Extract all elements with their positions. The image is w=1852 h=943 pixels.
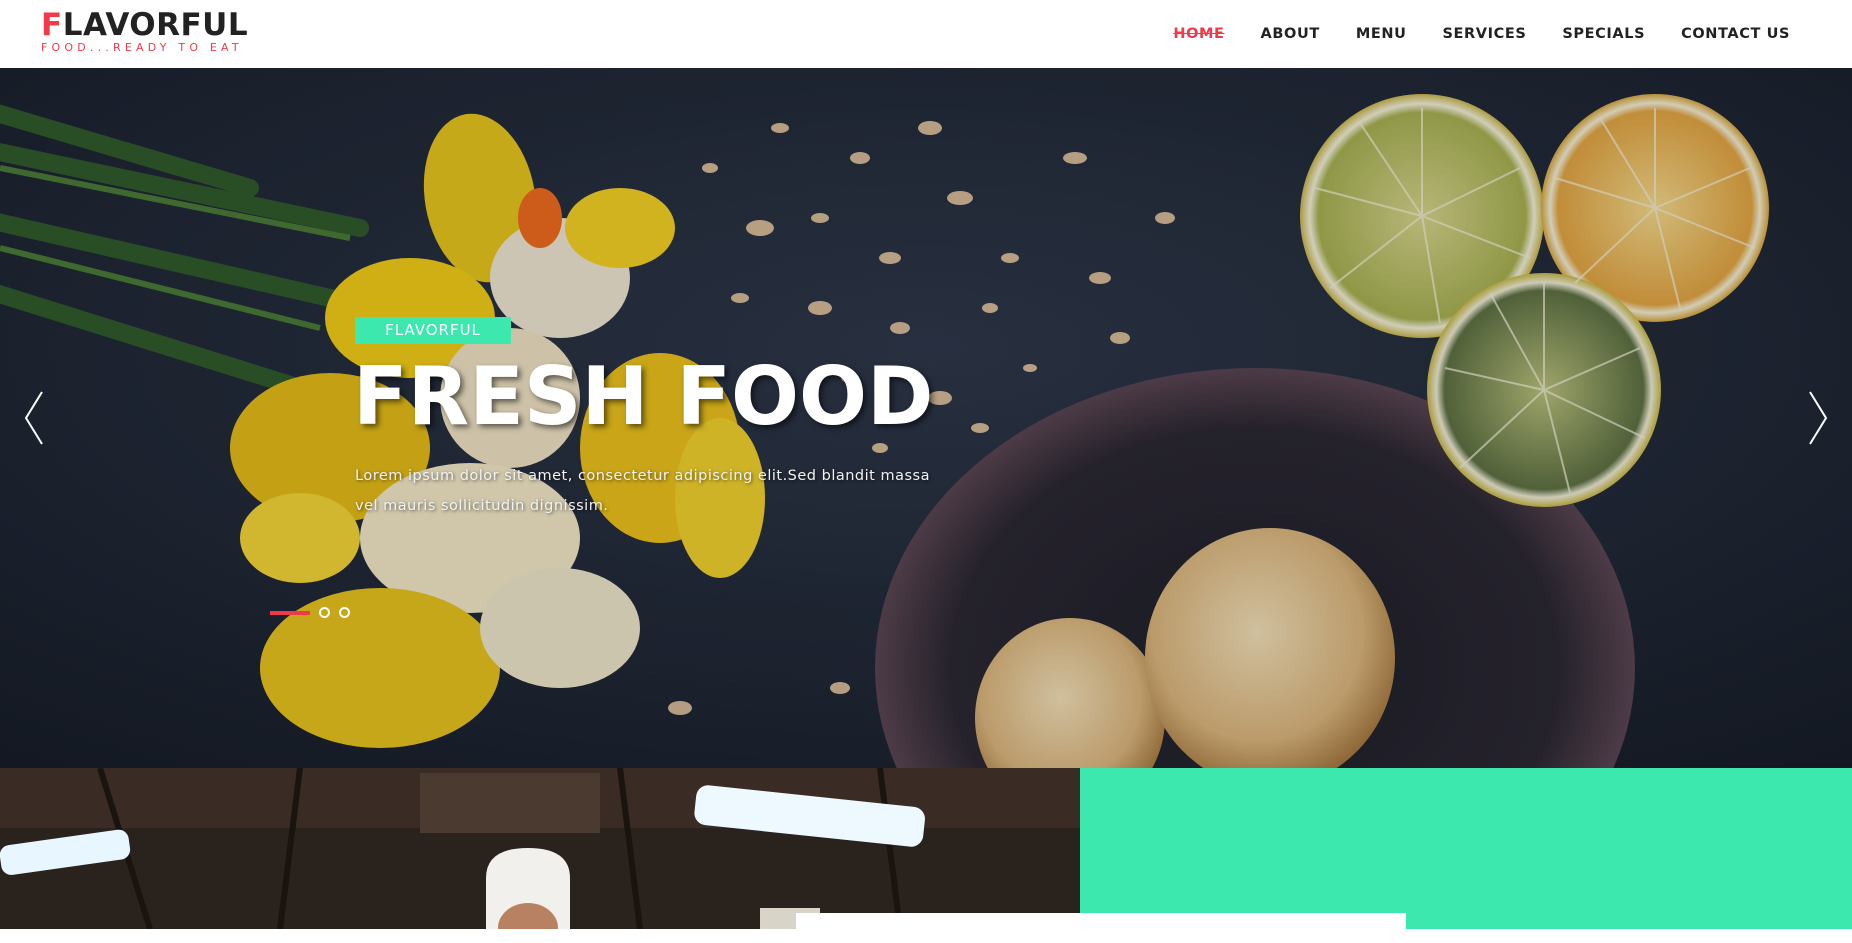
chevron-right-icon [1809, 391, 1828, 445]
chef-image [0, 768, 1080, 929]
hero-slider: FLAVORFUL FRESH FOOD Lorem ipsum dolor s… [0, 68, 1852, 768]
nav-item-home[interactable]: HOME [1173, 26, 1224, 42]
chevron-left-icon [24, 391, 43, 445]
nav-item-contact[interactable]: CONTACT US [1681, 26, 1790, 42]
next-slide-button[interactable] [1804, 390, 1830, 446]
about-card [796, 913, 1406, 943]
slide-indicator-1[interactable] [270, 610, 310, 615]
site-header: FLAVORFUL FOOD...READY TO EAT HOME ABOUT… [0, 0, 1852, 68]
slide-indicator-3[interactable] [339, 607, 350, 618]
prev-slide-button[interactable] [22, 390, 48, 446]
logo-tagline: FOOD...READY TO EAT [41, 41, 243, 54]
main-nav: HOME ABOUT MENU SERVICES SPECIALS CONTAC… [1173, 26, 1790, 42]
logo[interactable]: FLAVORFUL FOOD...READY TO EAT [41, 8, 248, 54]
nav-item-about[interactable]: ABOUT [1261, 26, 1320, 42]
nav-item-services[interactable]: SERVICES [1442, 26, 1526, 42]
slider-pagination [270, 607, 350, 618]
logo-title: FLAVORFUL [41, 7, 249, 43]
nav-item-menu[interactable]: MENU [1356, 26, 1407, 42]
slide-indicator-2[interactable] [319, 607, 330, 618]
about-panel [1080, 768, 1852, 929]
hero-tag: FLAVORFUL [355, 317, 511, 344]
hero-text: Lorem ipsum dolor sit amet, consectetur … [355, 468, 930, 514]
hero-title: FRESH FOOD [353, 350, 934, 443]
nav-item-specials[interactable]: SPECIALS [1562, 26, 1645, 42]
